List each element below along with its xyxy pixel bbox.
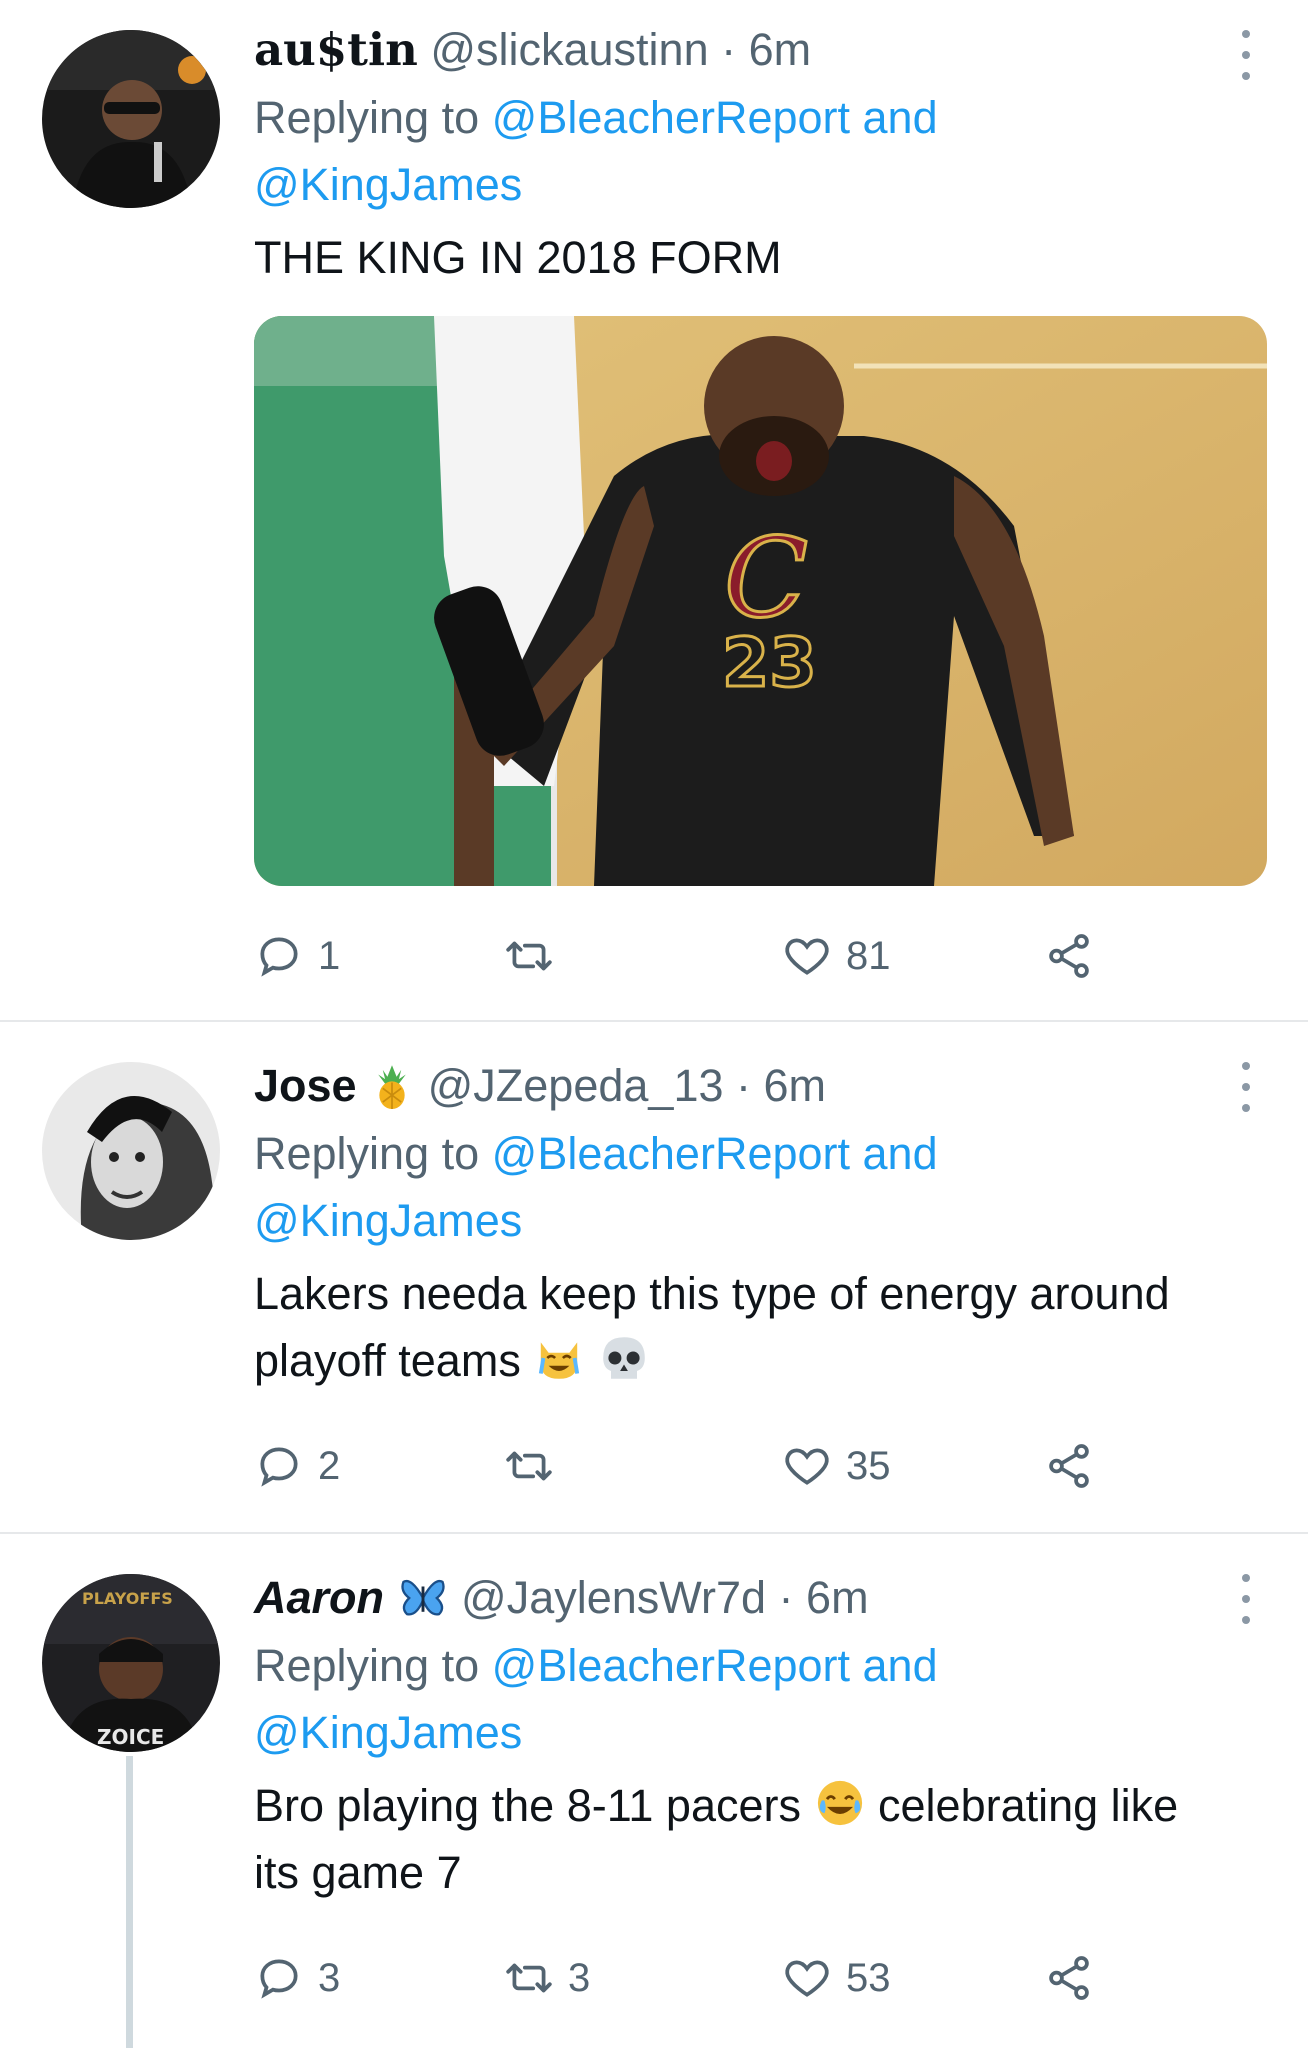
reply-button[interactable]: 1	[254, 926, 340, 986]
tweet-text: Lakers needa keep this type of energy ar…	[254, 1260, 1248, 1394]
handle[interactable]: @JaylensWr7d	[461, 1572, 766, 1623]
timestamp[interactable]: 6m	[806, 1572, 869, 1623]
tweet-2[interactable]: Jose @JZepeda_13 · 6m Replying to @Bleac…	[0, 1022, 1308, 1532]
mention-kingjames[interactable]: @KingJames	[254, 159, 522, 210]
retweet-count: 3	[568, 1955, 591, 2000]
jersey-number: 23	[722, 624, 817, 703]
tweet-text-line-2: its game 7	[254, 1847, 462, 1898]
like-icon	[785, 938, 829, 975]
avatar-austin[interactable]	[42, 30, 220, 208]
reply-count: 1	[318, 933, 341, 978]
like-count: 35	[846, 1443, 891, 1488]
svg-text:ZOICE: ZOICE	[97, 1725, 164, 1749]
retweet-icon	[506, 1451, 552, 1481]
like-icon	[785, 1960, 829, 1997]
mention-kingjames[interactable]: @KingJames	[254, 1707, 522, 1758]
tweet-actions: 3 3 53	[254, 1948, 1114, 2008]
like-button[interactable]: 81	[782, 926, 891, 986]
avatar-jose[interactable]	[42, 1062, 220, 1240]
retweet-icon	[506, 1963, 552, 1993]
share-icon	[1049, 1444, 1089, 1488]
reply-icon	[260, 937, 298, 977]
reply-button[interactable]: 3	[254, 1948, 340, 2008]
avatar-aaron[interactable]: PLAYOFFS ZOICE	[42, 1574, 220, 1752]
share-icon	[1049, 1956, 1089, 2000]
mention-joiner: and	[862, 1128, 938, 1179]
share-button[interactable]	[1044, 1948, 1094, 2008]
mention-bleacherreport[interactable]: @BleacherReport	[492, 92, 850, 143]
share-icon	[1049, 934, 1089, 978]
tweet-actions: 1 81	[254, 926, 1114, 986]
tweet-text-part-1: Bro playing the 8-11 pacers	[254, 1780, 801, 1831]
tweet-header: Aaron @JaylensWr7d · 6m	[254, 1570, 1248, 1626]
tweet-1[interactable]: au$tin @slickaustinn · 6m Replying to @B…	[0, 0, 1308, 1020]
like-count: 53	[846, 1955, 891, 2000]
like-button[interactable]: 35	[782, 1436, 891, 1496]
tweet-text: Bro playing the 8-11 pacers celebrating …	[254, 1772, 1248, 1906]
replying-prefix: Replying to	[254, 1128, 480, 1179]
separator: ·	[736, 1060, 752, 1111]
replying-to: Replying to @BleacherReport and @KingJam…	[254, 1632, 1248, 1766]
mention-joiner: and	[862, 1640, 938, 1691]
tweet-3[interactable]: PLAYOFFS ZOICE Aaron @JaylensWr7d · 6m R…	[0, 1534, 1308, 2048]
skull-icon	[603, 1337, 645, 1379]
reply-count: 2	[318, 1443, 341, 1488]
tweet-header: au$tin @slickaustinn · 6m	[254, 22, 1248, 78]
mention-joiner: and	[862, 92, 938, 143]
share-button[interactable]	[1044, 1436, 1094, 1496]
pineapple-icon	[378, 1065, 406, 1109]
share-button[interactable]	[1044, 926, 1094, 986]
like-count: 81	[846, 933, 891, 978]
svg-text:PLAYOFFS: PLAYOFFS	[82, 1589, 173, 1608]
display-name[interactable]: Jose	[254, 1060, 357, 1111]
retweet-icon	[506, 941, 552, 971]
tweet-text-line-1: Lakers needa keep this type of energy ar…	[254, 1268, 1170, 1319]
display-name[interactable]: au$tin	[254, 23, 418, 76]
separator: ·	[721, 24, 737, 75]
retweet-button[interactable]: 3	[504, 1948, 590, 2008]
tweet-text: THE KING IN 2018 FORM	[254, 232, 782, 283]
replying-prefix: Replying to	[254, 92, 480, 143]
like-button[interactable]: 53	[782, 1948, 891, 2008]
replying-to: Replying to @BleacherReport and @KingJam…	[254, 84, 1248, 218]
separator: ·	[778, 1572, 794, 1623]
retweet-button[interactable]	[504, 926, 568, 986]
tweet-text-part-2: celebrating like	[878, 1780, 1179, 1831]
butterfly-icon	[400, 1579, 445, 1616]
retweet-button[interactable]	[504, 1436, 568, 1496]
mention-bleacherreport[interactable]: @BleacherReport	[492, 1128, 850, 1179]
crying-cat-icon	[539, 1342, 580, 1379]
thread-line	[126, 1756, 133, 2048]
replying-to: Replying to @BleacherReport and @KingJam…	[254, 1120, 1248, 1254]
tweet-actions: 2 35	[254, 1436, 1114, 1496]
handle[interactable]: @slickaustinn	[430, 24, 708, 75]
reply-button[interactable]: 2	[254, 1436, 340, 1496]
timestamp[interactable]: 6m	[749, 24, 812, 75]
display-name[interactable]: Aaron	[254, 1572, 384, 1623]
svg-text:C: C	[724, 514, 808, 642]
tweet-photo[interactable]: C 23	[254, 316, 1267, 886]
mention-kingjames[interactable]: @KingJames	[254, 1195, 522, 1246]
reply-icon	[260, 1447, 298, 1487]
like-icon	[785, 1448, 829, 1485]
reply-icon	[260, 1959, 298, 1999]
tweet-text-line-2: playoff teams	[254, 1335, 521, 1386]
timestamp[interactable]: 6m	[764, 1060, 827, 1111]
handle[interactable]: @JZepeda_13	[428, 1060, 724, 1111]
tears-of-joy-icon	[817, 1780, 862, 1826]
mention-bleacherreport[interactable]: @BleacherReport	[492, 1640, 850, 1691]
reply-count: 3	[318, 1955, 341, 2000]
tweet-header: Jose @JZepeda_13 · 6m	[254, 1058, 1248, 1114]
replying-prefix: Replying to	[254, 1640, 480, 1691]
